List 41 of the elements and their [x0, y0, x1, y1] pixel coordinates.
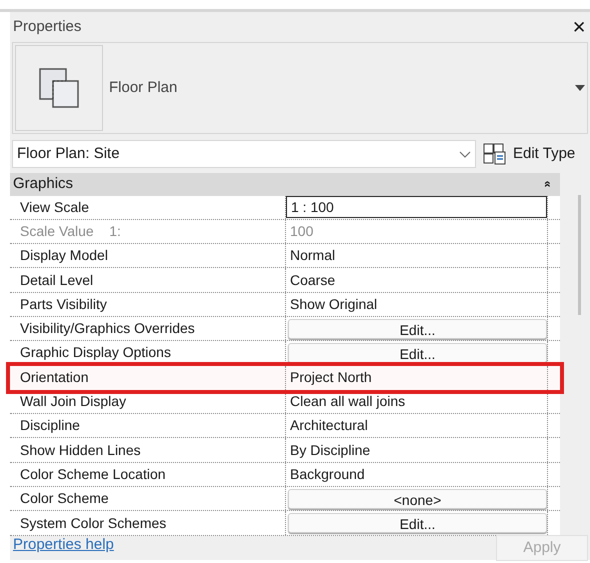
- property-name: Detail Level: [10, 268, 286, 292]
- dropdown-arrow-icon: [575, 85, 585, 91]
- property-value: Project North: [289, 368, 372, 388]
- help-link[interactable]: Properties help: [13, 534, 114, 556]
- property-name: Orientation: [10, 366, 286, 390]
- property-name: Discipline: [10, 414, 286, 438]
- property-value: Coarse: [289, 270, 336, 290]
- property-value: Normal: [289, 246, 336, 266]
- property-name: Parts Visibility: [10, 292, 286, 316]
- edit-button[interactable]: Edit...: [288, 342, 547, 363]
- edit-type-icon: [483, 143, 507, 165]
- property-name: Show Hidden Lines: [10, 438, 286, 462]
- property-name: View Scale: [10, 196, 286, 219]
- edit-type-button[interactable]: Edit Type: [483, 142, 576, 166]
- property-value: Show Original: [289, 294, 378, 314]
- property-name: Scale Value 1:: [10, 220, 286, 244]
- property-value: By Discipline: [289, 440, 370, 460]
- value-field[interactable]: 1 : 100: [286, 196, 547, 218]
- property-value: Background: [289, 464, 365, 484]
- floor-plan-icon: [38, 67, 80, 109]
- collapse-toggle[interactable]: »: [538, 180, 556, 188]
- property-value: 100: [289, 222, 314, 241]
- close-button[interactable]: ✕: [572, 18, 586, 36]
- property-value: Clean all wall joins: [289, 392, 406, 412]
- group-header[interactable]: Graphics »: [10, 173, 560, 196]
- property-name: Visibility/Graphics Overrides: [10, 316, 286, 340]
- edit-button[interactable]: Edit...: [288, 318, 547, 339]
- property-name: Wall Join Display: [10, 390, 286, 414]
- type-selector[interactable]: Floor Plan: [12, 42, 588, 134]
- type-name: Floor Plan: [109, 78, 178, 98]
- property-name: Color Scheme: [10, 487, 286, 510]
- property-value: Architectural: [289, 416, 368, 436]
- property-name: Display Model: [10, 244, 286, 268]
- panel-title: Properties: [13, 16, 82, 37]
- property-name: Color Scheme Location: [10, 462, 286, 486]
- edit-button[interactable]: Edit...: [288, 513, 547, 533]
- chevron-down-icon: [459, 150, 471, 158]
- property-name: System Color Schemes: [10, 511, 286, 535]
- scrollbar[interactable]: [578, 195, 580, 315]
- edit-button[interactable]: <none>: [288, 488, 547, 509]
- view-selector[interactable]: Floor Plan: Site: [12, 140, 476, 168]
